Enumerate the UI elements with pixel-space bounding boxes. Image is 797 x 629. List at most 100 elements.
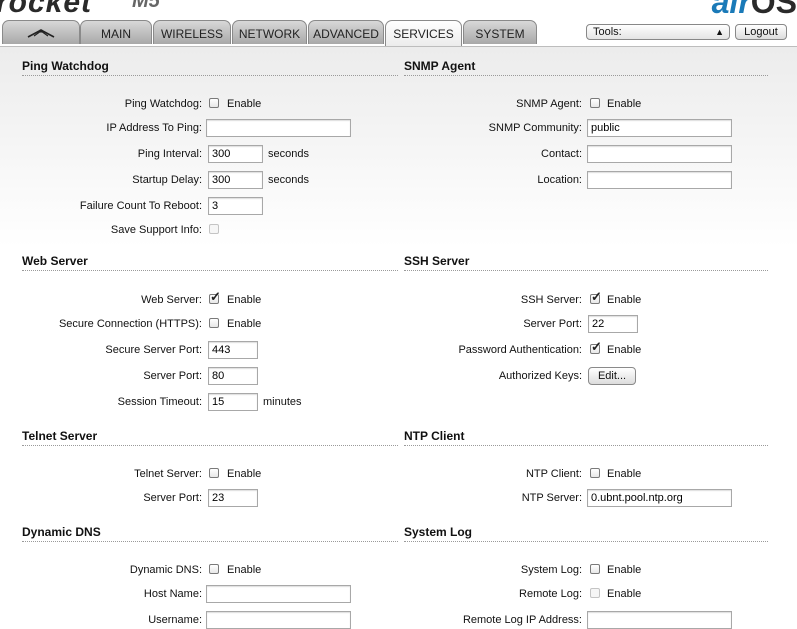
ssh-port-input[interactable] bbox=[588, 315, 638, 333]
web-port-label: Server Port: bbox=[143, 370, 202, 382]
remote-log-ip-input[interactable] bbox=[587, 611, 732, 629]
authorized-keys-edit-button[interactable]: Edit... bbox=[588, 367, 636, 385]
telnet-port-input[interactable] bbox=[208, 489, 258, 507]
ubiquiti-logo-icon bbox=[27, 29, 55, 38]
system-log-label: System Log: bbox=[520, 564, 582, 576]
web-server-enable-label: Enable bbox=[227, 294, 262, 306]
snmp-agent-title: SNMP Agent bbox=[404, 59, 476, 73]
telnet-port-label: Server Port: bbox=[143, 492, 202, 504]
ssh-server-label: SSH Server: bbox=[520, 294, 582, 306]
session-timeout-input[interactable] bbox=[208, 393, 258, 411]
ip-to-ping-label: IP Address To Ping: bbox=[106, 122, 202, 134]
failure-count-label: Failure Count To Reboot: bbox=[79, 200, 202, 212]
contact-input[interactable] bbox=[587, 145, 732, 163]
checkmark-icon: ✓ bbox=[591, 289, 602, 304]
https-checkbox[interactable] bbox=[209, 318, 219, 328]
brand-logo: rocket bbox=[0, 0, 93, 19]
tab-logo[interactable] bbox=[2, 20, 80, 44]
location-input[interactable] bbox=[587, 171, 732, 189]
checkmark-icon: ✓ bbox=[591, 339, 602, 354]
remote-log-label: Remote Log: bbox=[519, 588, 582, 600]
username-input[interactable] bbox=[206, 611, 351, 629]
tab-advanced[interactable]: ADVANCED bbox=[308, 20, 384, 44]
web-port-input[interactable] bbox=[208, 367, 258, 385]
remote-log-checkbox[interactable] bbox=[590, 588, 600, 598]
ping-watchdog-checkbox[interactable] bbox=[209, 98, 219, 108]
telnet-server-checkbox[interactable] bbox=[209, 468, 219, 478]
tab-wireless[interactable]: WIRELESS bbox=[153, 20, 231, 44]
secure-port-input[interactable] bbox=[208, 341, 258, 359]
ntp-client-enable-label: Enable bbox=[607, 468, 642, 480]
tab-network[interactable]: NETWORK bbox=[232, 20, 307, 44]
snmp-community-label: SNMP Community: bbox=[488, 122, 582, 134]
remote-log-ip-label: Remote Log IP Address: bbox=[462, 614, 582, 626]
telnet-server-title: Telnet Server bbox=[22, 429, 98, 443]
system-log-checkbox[interactable] bbox=[590, 564, 600, 574]
failure-count-input[interactable] bbox=[208, 197, 263, 215]
snmp-agent-enable-label: Enable bbox=[607, 98, 642, 110]
session-timeout-unit: minutes bbox=[263, 396, 302, 408]
telnet-enable-label: Enable bbox=[227, 468, 262, 480]
ping-watchdog-label: Ping Watchdog: bbox=[124, 98, 202, 110]
section-divider bbox=[22, 541, 398, 542]
ntp-client-checkbox[interactable] bbox=[590, 468, 600, 478]
section-divider bbox=[22, 75, 398, 76]
location-label: Location: bbox=[537, 174, 582, 186]
ping-interval-input[interactable] bbox=[208, 145, 263, 163]
ping-interval-label: Ping Interval: bbox=[137, 148, 202, 160]
ssh-server-enable-label: Enable bbox=[607, 294, 642, 306]
header: rocket M5 airOS MAIN WIRELESS NETWORK AD… bbox=[0, 0, 797, 46]
logout-button[interactable]: Logout bbox=[735, 24, 787, 40]
ip-to-ping-input[interactable] bbox=[206, 119, 351, 137]
startup-delay-unit: seconds bbox=[268, 174, 309, 186]
ntp-server-input[interactable] bbox=[587, 489, 732, 507]
ping-watchdog-title: Ping Watchdog bbox=[22, 59, 109, 73]
password-auth-label: Password Authentication: bbox=[458, 344, 582, 356]
brand-model: M5 bbox=[132, 0, 160, 12]
password-auth-checkbox[interactable]: ✓ bbox=[590, 340, 602, 354]
airos-logo: airOS bbox=[711, 0, 797, 20]
save-support-info-checkbox[interactable] bbox=[209, 224, 219, 234]
web-server-title: Web Server bbox=[22, 254, 88, 268]
startup-delay-label: Startup Delay: bbox=[132, 174, 202, 186]
save-support-info-label: Save Support Info: bbox=[110, 224, 202, 236]
dynamic-dns-label: Dynamic DNS: bbox=[129, 564, 202, 576]
https-label: Secure Connection (HTTPS): bbox=[58, 318, 202, 330]
snmp-agent-label: SNMP Agent: bbox=[516, 98, 582, 110]
system-log-enable-label: Enable bbox=[607, 564, 642, 576]
snmp-community-input[interactable] bbox=[587, 119, 732, 137]
checkmark-icon: ✓ bbox=[210, 289, 221, 304]
snmp-agent-checkbox[interactable] bbox=[590, 98, 600, 108]
updown-arrow-icon: ▲︎ bbox=[715, 27, 724, 37]
ssh-port-label: Server Port: bbox=[523, 318, 582, 330]
authorized-keys-label: Authorized Keys: bbox=[498, 370, 582, 382]
section-divider bbox=[22, 270, 398, 271]
tab-main[interactable]: MAIN bbox=[80, 20, 152, 44]
web-server-label: Web Server: bbox=[141, 294, 202, 306]
section-divider bbox=[404, 445, 768, 446]
host-name-input[interactable] bbox=[206, 585, 351, 603]
ssh-server-checkbox[interactable]: ✓ bbox=[590, 290, 602, 304]
web-server-checkbox[interactable]: ✓ bbox=[209, 290, 221, 304]
startup-delay-input[interactable] bbox=[208, 171, 263, 189]
dynamic-dns-enable-label: Enable bbox=[227, 564, 262, 576]
contact-label: Contact: bbox=[541, 148, 582, 160]
section-divider bbox=[404, 75, 768, 76]
ntp-server-label: NTP Server: bbox=[521, 492, 582, 504]
ntp-client-label: NTP Client: bbox=[525, 468, 582, 480]
ntp-client-title: NTP Client bbox=[404, 429, 465, 443]
dynamic-dns-checkbox[interactable] bbox=[209, 564, 219, 574]
remote-log-enable-label: Enable bbox=[607, 588, 642, 600]
section-divider bbox=[404, 270, 768, 271]
tools-select[interactable]: Tools: ▲︎ bbox=[586, 24, 730, 40]
password-auth-enable-label: Enable bbox=[607, 344, 642, 356]
tab-system[interactable]: SYSTEM bbox=[463, 20, 537, 44]
https-enable-label: Enable bbox=[227, 318, 262, 330]
session-timeout-label: Session Timeout: bbox=[117, 396, 202, 408]
telnet-server-label: Telnet Server: bbox=[134, 468, 202, 480]
section-divider bbox=[22, 445, 398, 446]
tab-services[interactable]: SERVICES bbox=[385, 20, 462, 46]
host-name-label: Host Name: bbox=[143, 588, 202, 600]
system-log-title: System Log bbox=[404, 525, 473, 539]
ping-watchdog-enable-label: Enable bbox=[227, 98, 262, 110]
